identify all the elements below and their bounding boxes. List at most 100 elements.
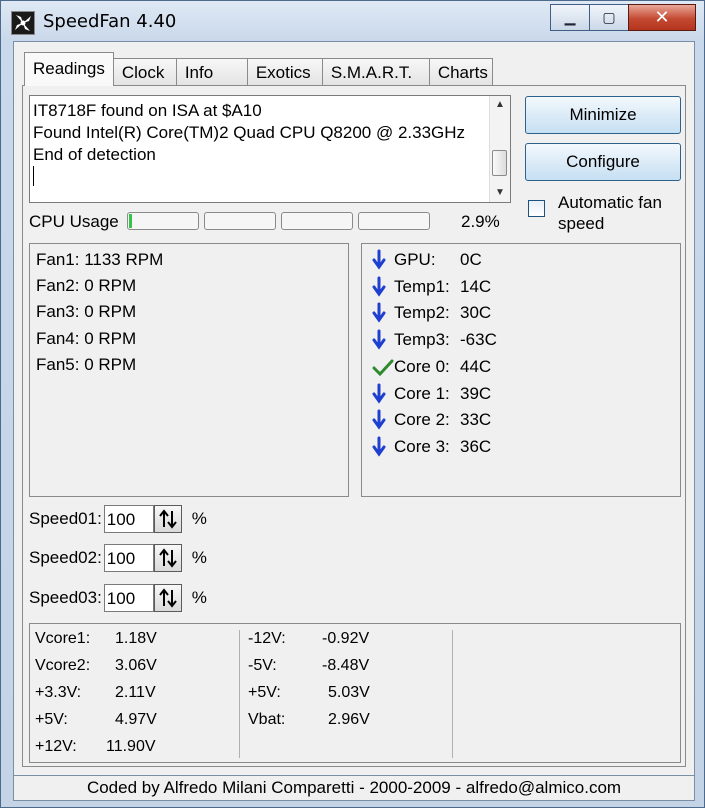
tab-readings[interactable]: Readings — [24, 52, 114, 86]
automatic-fan-speed-label: Automatic fan speed — [558, 193, 662, 233]
temp-name: GPU: — [394, 250, 436, 269]
window-title: SpeedFan 4.40 — [43, 11, 177, 32]
tab-info[interactable]: Info — [175, 58, 248, 86]
temp-value: 39C — [460, 384, 492, 403]
voltage-value: 2.11V — [115, 684, 156, 701]
voltage-value: 1.18V — [115, 630, 157, 647]
automatic-fan-speed-checkbox[interactable] — [528, 200, 545, 217]
speed02-control: Speed02: % — [29, 542, 207, 574]
check-icon — [372, 355, 394, 379]
temp-name: Core 1: — [394, 384, 450, 403]
fan-reading: Fan4: 0 RPM — [36, 329, 137, 348]
temp-reading: Core 0: 44C — [372, 355, 491, 379]
title-bar[interactable]: SpeedFan 4.40 ▁ ▢ ✕ — [1, 1, 704, 41]
speed02-input[interactable] — [103, 544, 154, 572]
speed-label: Speed03: — [29, 588, 102, 607]
temp-reading: GPU: 0C — [372, 248, 482, 272]
temp-value: 30C — [460, 303, 492, 322]
log-scrollbar[interactable]: ▲ ▼ — [489, 96, 510, 202]
temp-name: Temp2: — [394, 303, 450, 322]
temp-reading: Temp1: 14C — [372, 275, 491, 299]
temp-value: 33C — [460, 410, 492, 429]
speed01-input[interactable] — [103, 505, 154, 533]
fan-reading: Fan3: 0 RPM — [36, 302, 137, 321]
text-caret — [33, 166, 465, 188]
voltage-name: +5V: — [248, 684, 281, 701]
log-line: IT8718F found on ISA at $A10 — [33, 101, 262, 120]
detection-log[interactable]: IT8718F found on ISA at $A10 Found Intel… — [29, 95, 511, 203]
window-minimize-button[interactable]: ▁ — [550, 4, 590, 31]
speed-unit: % — [191, 588, 207, 607]
speed03-stepper[interactable] — [153, 584, 182, 612]
scroll-up-icon[interactable]: ▲ — [490, 96, 510, 114]
maximize-icon: ▢ — [602, 9, 616, 26]
temp-value: 36C — [460, 437, 492, 456]
voltage-column-divider — [452, 630, 453, 758]
fan-readings: Fan1: 1133 RPM Fan2: 0 RPM Fan3: 0 RPM F… — [29, 243, 349, 497]
speed01-stepper[interactable] — [153, 505, 182, 533]
window-close-button[interactable]: ✕ — [628, 4, 696, 31]
voltage-name: Vcore1: — [35, 630, 91, 647]
voltage-name: +12V: — [35, 738, 77, 755]
credits-status-bar: Coded by Alfredo Milani Comparetti - 200… — [13, 775, 695, 801]
cpu-core-fill — [129, 214, 132, 228]
temp-name: Core 3: — [394, 437, 450, 456]
temp-value: -63C — [460, 330, 497, 349]
tab-exotics[interactable]: Exotics — [246, 58, 323, 86]
voltage-value: -0.92V — [322, 630, 370, 647]
cpu-core-bar — [281, 212, 353, 230]
configure-button[interactable]: Configure — [525, 143, 681, 181]
arrow-down-icon — [372, 435, 394, 459]
client-area: Readings Clock Info Exotics S.M.A.R.T. C… — [13, 41, 695, 776]
tab-strip: Readings Clock Info Exotics S.M.A.R.T. C… — [24, 52, 493, 86]
close-icon: ✕ — [654, 7, 670, 28]
tab-clock[interactable]: Clock — [112, 58, 177, 86]
voltage-readings: Vcore1: 1.18V Vcore2: 3.06V +3.3V: 2.11V… — [29, 623, 681, 763]
speed-label: Speed01: — [29, 509, 102, 528]
automatic-fan-speed[interactable]: Automatic fan speed — [528, 192, 688, 238]
speed03-control: Speed03: % — [29, 582, 207, 614]
temp-value: 44C — [460, 357, 492, 376]
temp-value: 0C — [460, 250, 482, 269]
log-line: End of detection — [33, 145, 156, 164]
temp-name: Core 0: — [394, 357, 450, 376]
voltage-name: Vcore2: — [35, 657, 91, 674]
temp-reading: Temp3: -63C — [372, 328, 497, 352]
voltage-name: Vbat: — [248, 711, 286, 728]
speed03-input[interactable] — [103, 584, 154, 612]
voltage-name: -5V: — [248, 657, 277, 674]
readings-panel: IT8718F found on ISA at $A10 Found Intel… — [22, 85, 686, 767]
log-line: Found Intel(R) Core(TM)2 Quad CPU Q8200 … — [33, 123, 466, 142]
cpu-core-bar — [358, 212, 430, 230]
speedfan-window: SpeedFan 4.40 ▁ ▢ ✕ Readings Clock Info … — [0, 0, 705, 808]
temp-name: Temp1: — [394, 277, 450, 296]
tab-charts[interactable]: Charts — [428, 58, 493, 86]
window-maximize-button[interactable]: ▢ — [589, 4, 629, 31]
speed01-control: Speed01: % — [29, 503, 207, 535]
cpu-core-bar — [127, 212, 199, 230]
arrow-down-icon — [372, 248, 394, 272]
voltage-value: -8.48V — [322, 657, 370, 674]
cpu-core-bar — [204, 212, 276, 230]
speed-unit: % — [191, 509, 207, 528]
voltage-value: 11.90V — [106, 738, 156, 755]
cpu-usage-label: CPU Usage — [29, 212, 119, 231]
tab-smart[interactable]: S.M.A.R.T. — [321, 58, 430, 86]
voltage-name: +3.3V: — [35, 684, 82, 701]
voltage-value: 5.03V — [328, 684, 370, 701]
scroll-thumb[interactable] — [492, 150, 507, 176]
arrow-down-icon — [372, 275, 394, 299]
speedfan-app-icon — [11, 11, 35, 35]
scroll-down-icon[interactable]: ▼ — [490, 184, 510, 202]
arrow-down-icon — [372, 408, 394, 432]
speed-unit: % — [191, 548, 207, 567]
voltage-value: 2.96V — [328, 711, 370, 728]
temp-name: Temp3: — [394, 330, 450, 349]
minimize-button[interactable]: Minimize — [525, 96, 681, 134]
speed02-stepper[interactable] — [153, 544, 182, 572]
temp-value: 14C — [460, 277, 492, 296]
arrow-down-icon — [372, 301, 394, 325]
temp-reading: Core 1: 39C — [372, 382, 491, 406]
voltage-name: -12V: — [248, 630, 286, 647]
speed-label: Speed02: — [29, 548, 102, 567]
